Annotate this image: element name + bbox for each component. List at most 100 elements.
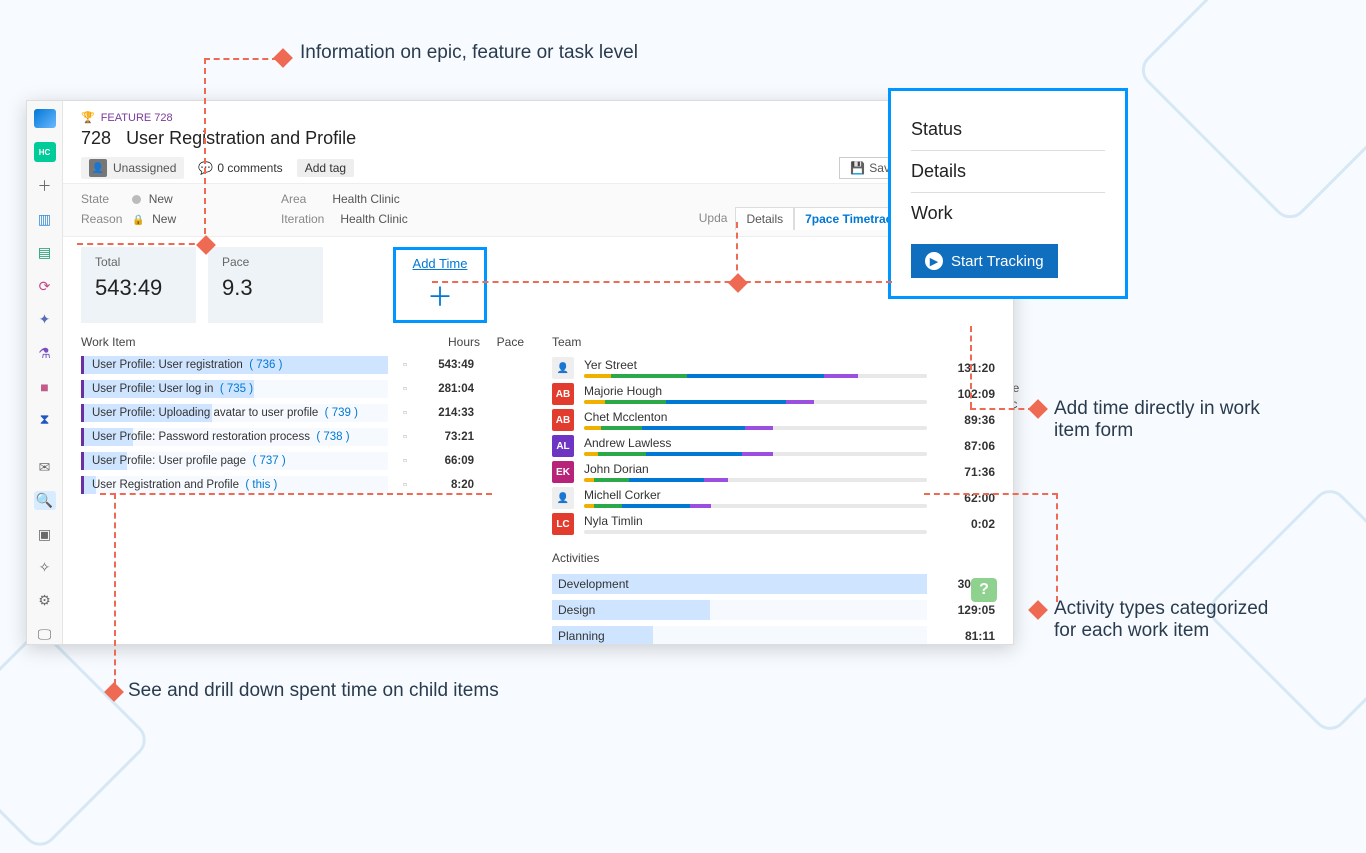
team-row[interactable]: EK John Dorian 71:36 [552,459,995,485]
nav-artifacts-icon[interactable]: ■ [34,377,56,396]
team-member-time: 89:36 [935,413,995,427]
work-item-name: User Profile: User log in ( 735 ) [81,380,388,398]
activity-rows: Development 308:42 Design 129:05 Plannin… [552,571,995,644]
annotation-connector [970,326,972,408]
nav-search-icon[interactable]: 🔍 [34,491,56,510]
activity-row[interactable]: Development 308:42 [552,571,995,597]
team-row[interactable]: AB Majorie Hough 102:09 [552,381,995,407]
iteration-value[interactable]: Health Clinic [340,212,407,226]
team-member-bar [584,530,927,534]
work-item-title-text: User Registration and Profile [126,128,356,148]
work-item-rows: User Profile: User registration ( 736 ) … [81,353,524,497]
team-member-time: 0:02 [935,517,995,531]
expand-icon[interactable]: ▫ [394,359,416,371]
team-title: Team [552,335,581,349]
work-item-row[interactable]: User Profile: User registration ( 736 ) … [81,353,524,377]
team-member-info: Nyla Timlin [584,514,927,534]
team-member-name: Andrew Lawless [584,436,927,450]
comments-link[interactable]: 💬 0 comments [198,161,282,175]
iteration-label: Iteration [281,212,337,226]
app-window: HC ＋ ▥ ▤ ⟳ ✦ ⚗ ■ ⧗ ✉ 🔍 ▣ ✧ ⚙ 🖵 🏆 FEATURE… [26,100,1014,645]
start-tracking-button[interactable]: ▶ Start Tracking [911,244,1058,278]
work-item-toolbar: 👤 Unassigned 💬 0 comments Add tag 💾 Save… [81,157,995,179]
team-member-info: Michell Corker [584,488,927,508]
work-item-hours: 281:04 [422,383,474,395]
avatar: AB [552,409,574,431]
annotation-marker [273,48,293,68]
nav-repos-icon[interactable]: ▤ [34,243,56,262]
work-items-header: Work Item Hours Pace [81,335,524,353]
team-row[interactable]: 👤 Michell Corker 62:00 [552,485,995,511]
reason-value[interactable]: New [152,212,176,226]
team-member-info: John Dorian [584,462,927,482]
side-panel-work[interactable]: Work [911,193,1105,234]
feature-tag: 🏆 FEATURE 728 [81,111,995,124]
nav-doc-icon[interactable]: ▣ [34,524,56,543]
project-hc-icon[interactable]: HC [34,142,56,161]
state-value[interactable]: New [149,192,173,206]
avatar: 👤 [552,487,574,509]
team-member-time: 87:06 [935,439,995,453]
work-item-hours: 214:33 [422,407,474,419]
team-member-time: 102:09 [935,387,995,401]
team-member-info: Chet Mcclenton [584,410,927,430]
activity-row[interactable]: Planning 81:11 [552,623,995,644]
metric-total-label: Total [95,255,182,269]
team-row[interactable]: AB Chet Mcclenton 89:36 [552,407,995,433]
work-item-row[interactable]: User Profile: User log in ( 735 ) ▫ 281:… [81,377,524,401]
metric-pace-label: Pace [222,255,309,269]
help-badge-icon[interactable]: ? [971,578,997,602]
work-item-hours: 543:49 [422,359,474,371]
tab-details[interactable]: Details [735,207,794,230]
work-item-hours: 66:09 [422,455,474,467]
azure-devops-logo-icon[interactable] [34,109,56,128]
team-row[interactable]: AL Andrew Lawless 87:06 [552,433,995,459]
add-tag-button[interactable]: Add tag [297,159,354,177]
avatar: LC [552,513,574,535]
work-item-row[interactable]: User Profile: Password restoration proce… [81,425,524,449]
annotation-connector [77,243,205,245]
metric-total: Total 543:49 [81,247,196,323]
expand-icon[interactable]: ▫ [394,479,416,491]
activity-row[interactable]: Design 129:05 [552,597,995,623]
nav-add-icon[interactable]: ＋ [34,176,56,196]
work-item-row[interactable]: User Profile: User profile page ( 737 ) … [81,449,524,473]
nav-hourglass-icon[interactable]: ⧗ [34,410,56,429]
expand-icon[interactable]: ▫ [394,455,416,467]
team-member-info: Andrew Lawless [584,436,927,456]
nav-screen-icon[interactable]: 🖵 [34,625,56,644]
annotation-connector [114,493,116,685]
nav-pipelines-icon[interactable]: ⟳ [34,277,56,296]
annotation-right-2: Activity types categorized for each work… [1054,598,1294,642]
work-item-row[interactable]: User Profile: Uploading avatar to user p… [81,401,524,425]
bg-diamond [0,627,153,853]
activity-name: Development [552,574,927,594]
work-item-name: User Profile: Uploading avatar to user p… [81,404,388,422]
team-member-info: Majorie Hough [584,384,927,404]
team-row[interactable]: LC Nyla Timlin 0:02 [552,511,995,537]
area-value[interactable]: Health Clinic [332,192,399,206]
start-tracking-label: Start Tracking [951,253,1044,270]
side-panel-details[interactable]: Details [911,151,1105,193]
activities-section: Activities Development 308:42 Design 129… [552,551,995,644]
expand-icon[interactable]: ▫ [394,407,416,419]
add-time-button[interactable]: Add Time ＋ [393,247,487,323]
team-activities-column: Team 👤 Yer Street 131:20 AB Majorie Houg… [552,335,995,634]
nav-settings-icon[interactable]: ⚙ [34,591,56,610]
team-member-name: John Dorian [584,462,927,476]
team-member-bar [584,478,927,482]
work-items-column: Work Item Hours Pace User Profile: User … [81,335,524,634]
hours-header: Hours [428,335,480,349]
expand-icon[interactable]: ▫ [394,383,416,395]
nav-boards-icon[interactable]: ▥ [34,210,56,229]
team-member-bar [584,426,927,430]
nav-test-icon[interactable]: ✦ [34,310,56,329]
side-panel-status[interactable]: Status [911,109,1105,151]
nav-flask-icon[interactable]: ⚗ [34,343,56,362]
nav-sparkle-icon[interactable]: ✧ [34,558,56,577]
expand-icon[interactable]: ▫ [394,431,416,443]
metrics-row: Total 543:49 Pace 9.3 Add Time ＋ [63,247,1013,323]
team-row[interactable]: 👤 Yer Street 131:20 [552,355,995,381]
assignee-picker[interactable]: 👤 Unassigned [81,157,184,179]
nav-mail-icon[interactable]: ✉ [34,458,56,477]
